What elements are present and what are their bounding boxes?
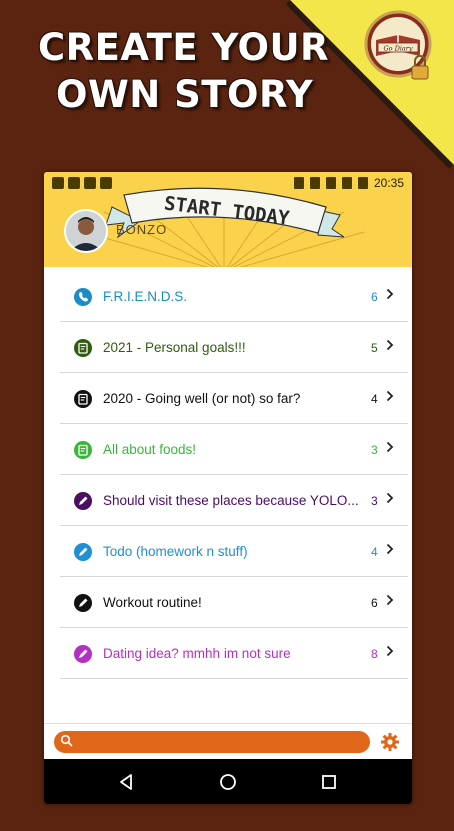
list-item-title: Should visit these places because YOLO..… xyxy=(103,493,359,508)
entry-count: 6 xyxy=(371,290,378,304)
pen-icon xyxy=(74,543,92,561)
chevron-right-icon xyxy=(386,389,394,405)
phone-icon xyxy=(74,288,92,306)
list-item[interactable]: Todo (homework n stuff) 4 xyxy=(60,527,408,577)
list-item-title: 2020 - Going well (or not) so far? xyxy=(103,391,301,406)
list-item[interactable]: 2021 - Personal goals!!! 5 xyxy=(60,323,408,373)
pen-icon xyxy=(74,492,92,510)
list-item-title: All about foods! xyxy=(103,442,197,457)
settings-gear-icon[interactable] xyxy=(380,732,400,752)
list-item[interactable]: 2020 - Going well (or not) so far? 4 xyxy=(60,374,408,424)
list-item[interactable]: Workout routine! 6 xyxy=(60,578,408,628)
username-label: BONZO xyxy=(116,222,168,237)
chevron-right-icon xyxy=(386,542,394,558)
search-bar[interactable] xyxy=(54,731,370,753)
list-item-title: Dating idea? mmhh im not sure xyxy=(103,646,291,661)
note-icon xyxy=(74,441,92,459)
pen-icon xyxy=(74,645,92,663)
battery-icon xyxy=(357,177,368,189)
note-icon xyxy=(74,390,92,408)
list-item[interactable]: All about foods! 3 xyxy=(60,425,408,475)
logo-text: Go Diary xyxy=(383,45,412,53)
promo-line-2: OWN STORY xyxy=(56,73,314,116)
app-notification-icon xyxy=(68,177,80,189)
list-item-title: Todo (homework n stuff) xyxy=(103,544,248,559)
entry-count: 3 xyxy=(371,494,378,508)
android-nav-bar xyxy=(44,759,412,804)
chevron-right-icon xyxy=(386,440,394,456)
note-icon xyxy=(74,339,92,357)
search-input[interactable] xyxy=(78,733,362,753)
entry-count: 5 xyxy=(371,341,378,355)
clock: 20:35 xyxy=(373,176,404,190)
avatar[interactable] xyxy=(64,209,108,253)
list-item[interactable]: Dating idea? mmhh im not sure 8 xyxy=(60,629,408,679)
search-icon xyxy=(60,734,73,747)
profile-header: 20:35 START TODAY BONZO xyxy=(44,172,412,267)
list-item[interactable]: F.R.I.E.N.D.S. 6 xyxy=(60,272,408,322)
recents-icon[interactable] xyxy=(318,771,340,793)
home-icon[interactable] xyxy=(217,771,239,793)
app-logo-icon: Go Diary xyxy=(364,10,432,80)
pen-icon xyxy=(74,594,92,612)
list-item[interactable]: Should visit these places because YOLO..… xyxy=(60,476,408,526)
entry-count: 8 xyxy=(371,647,378,661)
promo-line-1: CREATE YOUR xyxy=(38,26,330,69)
list-item-title: F.R.I.E.N.D.S. xyxy=(103,289,188,304)
promo-headline: CREATE YOUR OWN STORY xyxy=(38,24,338,118)
entry-count: 4 xyxy=(371,545,378,559)
avatar-image xyxy=(66,211,106,251)
list-item-title: Workout routine! xyxy=(103,595,202,610)
message-icon xyxy=(52,177,64,189)
image-icon xyxy=(84,177,96,189)
bottom-toolbar xyxy=(44,723,412,760)
entry-count: 3 xyxy=(371,443,378,457)
entry-count: 6 xyxy=(371,596,378,610)
chevron-right-icon xyxy=(386,593,394,609)
notification-icons xyxy=(52,177,112,189)
chevron-right-icon xyxy=(386,287,394,303)
phone-screen: 20:35 START TODAY BONZO F.R.I.E.N.D.S. 6 2… xyxy=(44,172,412,804)
entry-count: 4 xyxy=(371,392,378,406)
chevron-right-icon xyxy=(386,338,394,354)
back-icon[interactable] xyxy=(116,771,138,793)
chevron-right-icon xyxy=(386,644,394,660)
list-item-title: 2021 - Personal goals!!! xyxy=(103,340,246,355)
chevron-right-icon xyxy=(386,491,394,507)
